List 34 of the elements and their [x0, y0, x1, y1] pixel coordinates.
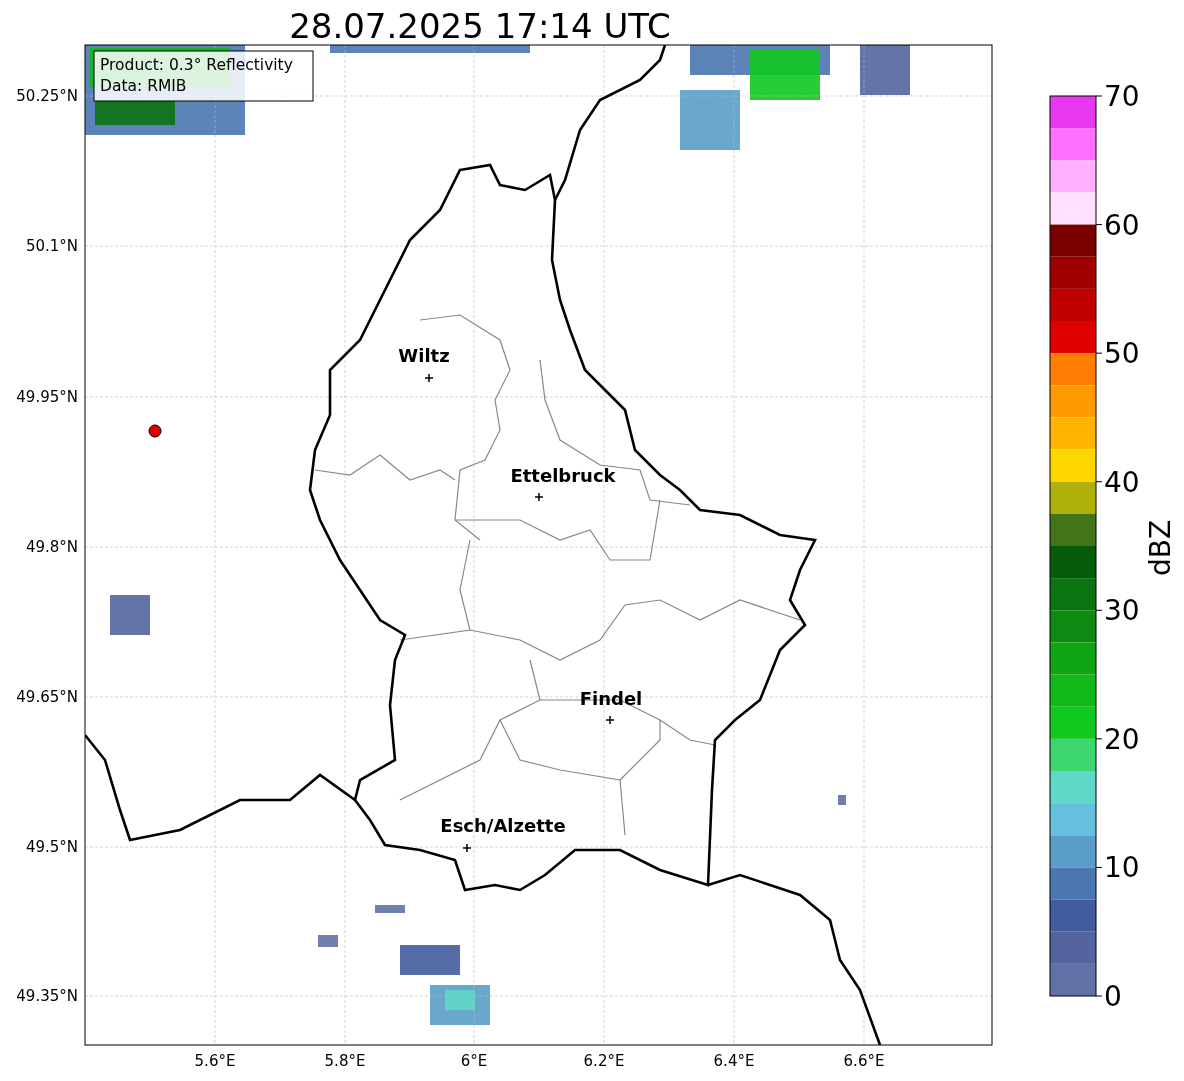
lon-tick-label: 5.6°E: [194, 1052, 236, 1070]
colorbar-tick-label: 10: [1104, 851, 1140, 885]
colorbar-tick-label: 60: [1104, 208, 1140, 242]
lon-tick-label: 6.4°E: [713, 1052, 755, 1070]
city-label: Ettelbruck: [510, 465, 616, 486]
lat-tick-label: 49.5°N: [25, 838, 78, 856]
lon-tick-label: 6°E: [460, 1052, 488, 1070]
city-label: Wiltz: [398, 345, 450, 366]
lon-tick-label: 6.2°E: [583, 1052, 625, 1070]
info-text: Data: RMIB: [100, 77, 187, 95]
city-marker: [462, 843, 472, 853]
colorbar-tick-label: 30: [1104, 594, 1140, 628]
lon-tick-label: 5.8°E: [324, 1052, 366, 1070]
colorbar-tick-label: 50: [1104, 337, 1140, 371]
lat-tick-label: 49.35°N: [16, 987, 78, 1005]
colorbar-tick-label: 0: [1104, 980, 1122, 1013]
lon-tick-label: 6.6°E: [843, 1052, 885, 1070]
lat-tick-label: 50.1°N: [25, 237, 78, 255]
city-label: Esch/Alzette: [440, 815, 566, 836]
city-marker: [424, 373, 434, 383]
lat-tick-label: 49.65°N: [16, 688, 78, 706]
colorbar-label: dBZ: [1144, 519, 1177, 577]
info-text: Product: 0.3° Reflectivity: [100, 56, 293, 74]
radar-site-marker: [148, 424, 162, 438]
colorbar-tick-label: 20: [1104, 722, 1140, 756]
lat-tick-label: 49.8°N: [25, 538, 78, 556]
lat-tick-label: 49.95°N: [16, 388, 78, 406]
city-label: Findel: [579, 688, 643, 709]
city-marker: [605, 715, 615, 725]
city-marker: [534, 492, 544, 502]
chart-title: 28.07.2025 17:14 UTC: [289, 6, 671, 46]
lat-tick-label: 50.25°N: [16, 87, 78, 105]
colorbar-tick-label: 40: [1104, 465, 1140, 499]
colorbar-tick-label: 70: [1104, 80, 1140, 113]
